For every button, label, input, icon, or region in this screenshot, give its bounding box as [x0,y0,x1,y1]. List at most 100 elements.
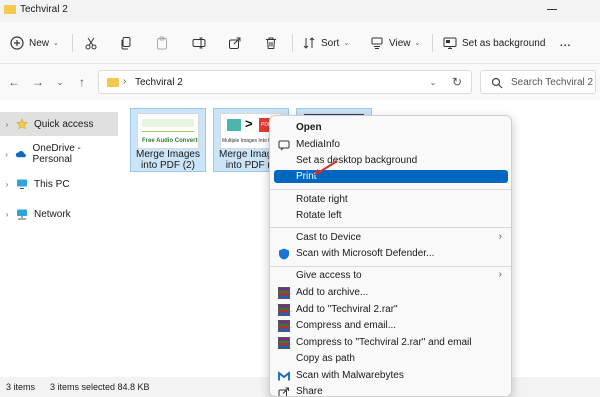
address-path[interactable]: › Techviral 2 ⌄ ↻ [98,70,472,94]
chevron-down-icon: ⌄ [53,40,59,47]
menu-item-cast-to-device[interactable]: Cast to Device › [274,230,508,246]
toolbar-divider [432,34,433,52]
cut-button[interactable] [84,34,98,52]
menu-item-share[interactable]: Share [274,384,508,396]
share-icon [229,37,241,49]
search-placeholder: Search Techviral 2 [511,77,594,88]
menu-item-label: Compress and email... [296,320,397,331]
forward-arrow-icon[interactable]: → [30,74,46,90]
star-icon [16,118,28,130]
view-button[interactable]: View ⌄ [370,34,420,52]
expand-chevron-icon[interactable]: › [0,120,14,129]
winrar-icon [278,320,290,332]
plus-circle-icon [10,36,24,50]
back-arrow-icon[interactable]: ← [6,74,22,90]
menu-item-label: Scan with Malwarebytes [296,370,404,381]
new-button[interactable]: New ⌄ [10,34,59,52]
menu-item-add-to-archive[interactable]: Add to archive... [274,285,508,301]
menu-item-compress-to-rar-and-email[interactable]: Compress to "Techviral 2.rar" and email [274,335,508,351]
monitor-icon [17,179,27,189]
file-item[interactable]: Free Audio Converter Merge Images into P… [130,108,206,172]
menu-item-rotate-right[interactable]: Rotate right [274,192,508,208]
sort-label: Sort [321,37,340,49]
cloud-icon [16,150,27,158]
menu-item-compress-and-email[interactable]: Compress and email... [274,318,508,334]
nav-item-label: Network [34,208,71,220]
toolbar-divider [292,34,293,52]
paste-button[interactable] [155,34,169,52]
menu-divider [270,189,511,190]
search-input[interactable]: Search Techviral 2 [480,70,596,94]
address-bar-row: ← → ⌄ ↑ › Techviral 2 ⌄ ↻ Search Techvir… [0,64,600,100]
thumbnail-arrow-icon: > [245,116,253,131]
expand-chevron-icon[interactable]: › [0,150,13,159]
nav-item-label: OneDrive - Personal [32,143,81,165]
file-name-line: into PDF (2) [141,160,195,171]
menu-item-label: Give access to [296,270,362,281]
copy-button[interactable] [119,34,133,52]
context-menu: Open MediaInfo Set as desktop background… [269,115,512,397]
nav-item-onedrive[interactable]: › OneDrive - Personal [0,142,118,166]
share-button[interactable] [228,34,242,52]
menu-item-open[interactable]: Open [274,120,508,136]
menu-item-label: Scan with Microsoft Defender... [296,248,435,259]
breadcrumb-chevron-icon: › [123,76,127,87]
desktop-background-icon [443,37,457,49]
folder-icon [107,78,119,87]
menu-item-label: Compress to "Techviral 2.rar" and email [296,337,472,348]
menu-item-give-access[interactable]: Give access to › [274,268,508,284]
up-arrow-icon[interactable]: ↑ [74,74,90,90]
rename-button[interactable] [192,34,206,52]
winrar-icon [278,287,290,299]
copy-icon [121,37,131,50]
chevron-down-icon: ⌄ [343,40,350,47]
sort-button[interactable]: Sort ⌄ [302,34,349,52]
menu-item-add-to-rar[interactable]: Add to "Techviral 2.rar" [274,302,508,318]
winrar-icon [278,337,290,349]
share-icon [278,387,289,396]
submenu-chevron-icon: › [498,269,502,280]
trash-icon [266,37,276,49]
address-dropdown-chevron-icon[interactable]: ⌄ [425,74,441,90]
nav-item-quick-access[interactable]: › Quick access [0,112,118,136]
set-as-background-button[interactable]: Set as background [443,34,545,52]
refresh-icon[interactable]: ↻ [449,74,465,90]
menu-item-label: Add to "Techviral 2.rar" [296,304,398,315]
window-title: Techviral 2 [20,4,68,15]
delete-button[interactable] [264,34,278,52]
item-count: 3 items [6,382,36,392]
file-name: Merge Images into PDF (2) [131,149,205,171]
thumbnail-graphic [142,131,194,132]
menu-item-rotate-left[interactable]: Rotate left [274,208,508,224]
selection-info: 3 items selected 84.8 KB [50,382,150,392]
expand-chevron-icon[interactable]: › [0,180,14,189]
expand-chevron-icon[interactable]: › [0,210,14,219]
submenu-chevron-icon: › [498,231,502,242]
malwarebytes-icon [278,371,290,381]
more-options-button[interactable]: ... [560,34,571,52]
folder-icon [4,5,16,14]
menu-item-label: Rotate right [296,194,348,205]
view-label: View [389,37,411,49]
nav-item-network[interactable]: › Network [0,202,118,226]
rename-icon [192,37,206,49]
breadcrumb-segment[interactable]: Techviral 2 [135,77,183,88]
winrar-icon [278,304,290,316]
menu-item-copy-as-path[interactable]: Copy as path [274,351,508,367]
minimize-icon[interactable] [546,4,558,14]
mediainfo-icon [278,140,290,151]
nav-item-label: Quick access [34,118,94,130]
menu-item-label: Open [296,122,322,133]
menu-item-label: MediaInfo [296,139,340,150]
menu-divider [270,227,511,228]
view-icon [371,37,383,49]
thumbnail-caption: Free Audio Converter [142,138,199,144]
menu-item-scan-defender[interactable]: Scan with Microsoft Defender... [274,246,508,262]
file-name-line: Merge Images [136,149,200,160]
nav-item-this-pc[interactable]: › This PC [0,172,118,196]
menu-item-scan-malwarebytes[interactable]: Scan with Malwarebytes [274,368,508,384]
menu-item-mediainfo[interactable]: MediaInfo [274,137,508,153]
toolbar-divider [72,34,73,52]
red-arrow-icon [314,160,338,175]
recent-locations-chevron-icon[interactable]: ⌄ [52,74,68,90]
